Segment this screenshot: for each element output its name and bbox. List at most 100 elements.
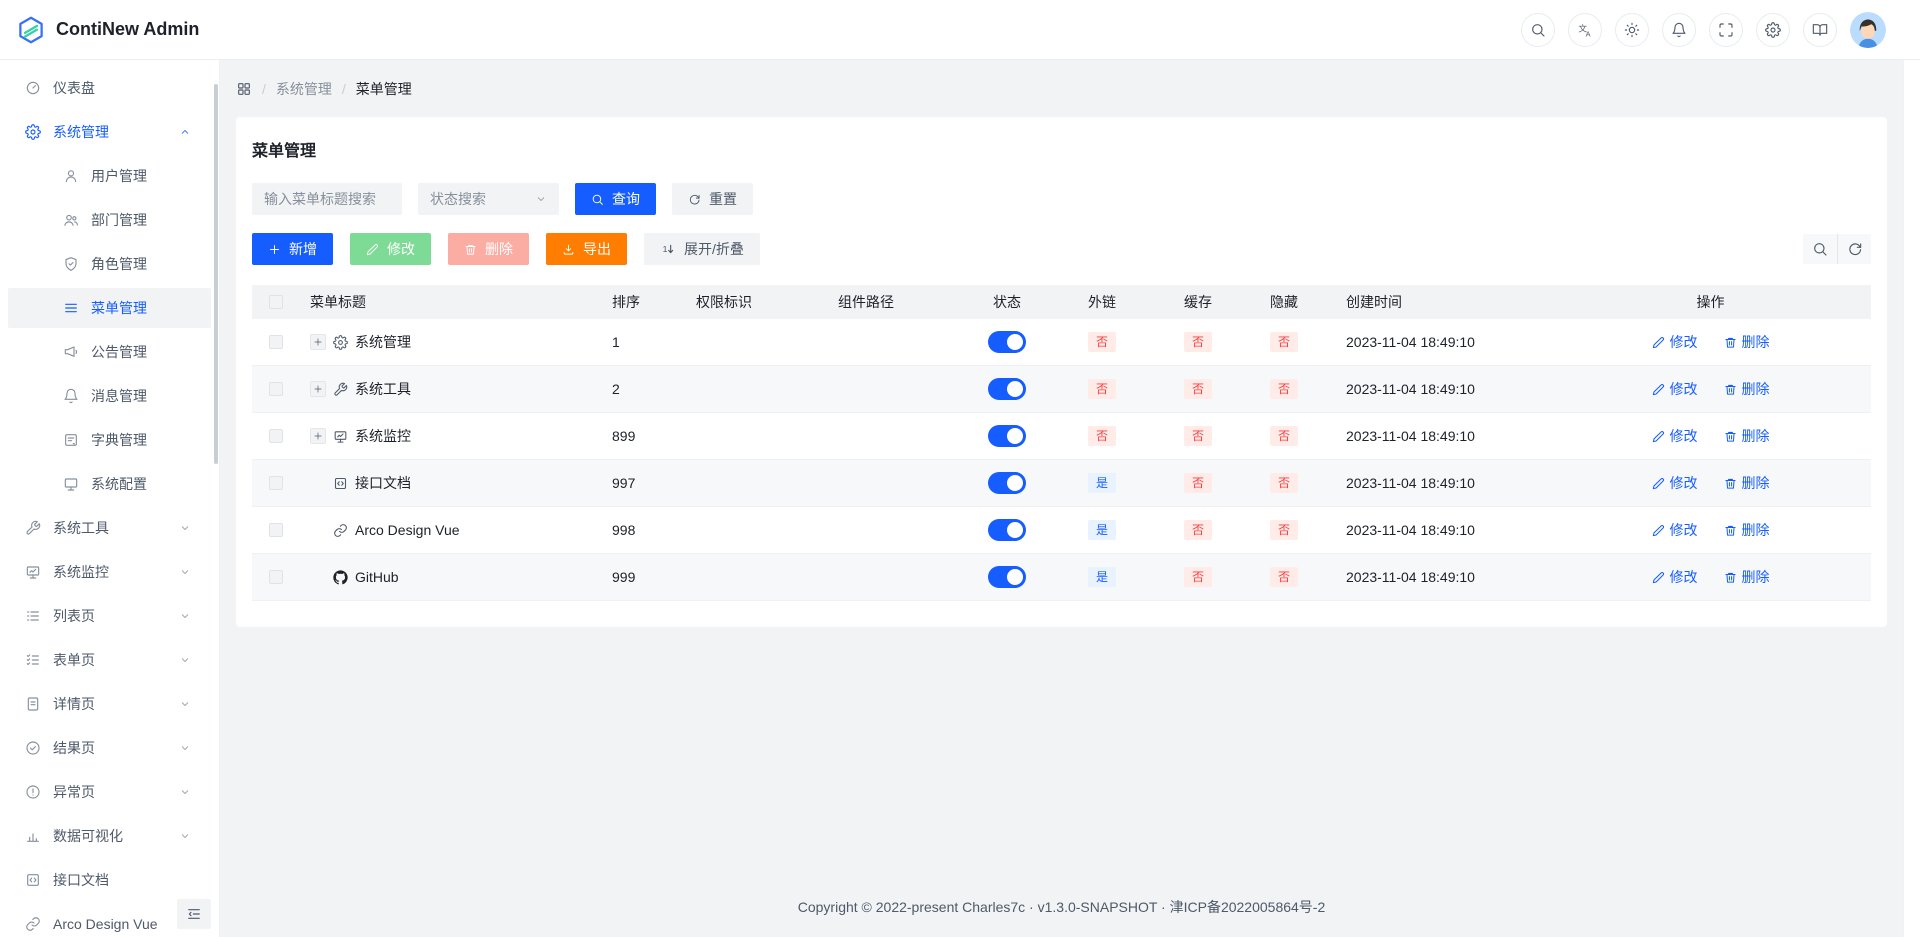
trash-icon — [464, 243, 477, 256]
row-checkbox[interactable] — [269, 335, 283, 349]
main-content: / 系统管理 / 菜单管理 菜单管理 状态搜索 查询 重置 — [220, 60, 1920, 937]
status-toggle[interactable] — [988, 378, 1026, 400]
delete-link[interactable]: 删除 — [1724, 379, 1770, 399]
row-checkbox[interactable] — [269, 570, 283, 584]
reset-button[interactable]: 重置 — [672, 183, 753, 215]
delete-button[interactable]: 删除 — [448, 233, 529, 265]
edit-button[interactable]: 修改 — [350, 233, 431, 265]
query-button[interactable]: 查询 — [575, 183, 656, 215]
page-title: 菜单管理 — [252, 137, 1871, 161]
export-button[interactable]: 导出 — [546, 233, 627, 265]
row-checkbox[interactable] — [269, 523, 283, 537]
delete-link[interactable]: 删除 — [1724, 520, 1770, 540]
sidebar-item-user-management[interactable]: 用户管理 — [8, 156, 211, 196]
window-scrollbar[interactable] — [1903, 60, 1920, 937]
row-checkbox[interactable] — [269, 476, 283, 490]
sidebar-item-system-config[interactable]: 系统配置 — [8, 464, 211, 504]
status-toggle[interactable] — [988, 425, 1026, 447]
status-toggle[interactable] — [988, 472, 1026, 494]
delete-link[interactable]: 删除 — [1724, 567, 1770, 587]
settings-button[interactable] — [1756, 13, 1790, 47]
status-filter-select[interactable]: 状态搜索 — [418, 183, 559, 215]
table-search-button[interactable] — [1803, 234, 1837, 264]
code-icon — [333, 476, 348, 491]
expand-collapse-button[interactable]: 展开/折叠 — [644, 233, 760, 265]
edit-link[interactable]: 修改 — [1652, 426, 1698, 446]
table-tools — [1803, 234, 1871, 264]
filter-row: 状态搜索 查询 重置 — [252, 183, 1871, 215]
expand-icon[interactable] — [310, 334, 326, 350]
bell-icon — [1671, 22, 1687, 38]
status-toggle[interactable] — [988, 331, 1026, 353]
sidebar-item-exception-page[interactable]: 异常页 — [8, 772, 211, 812]
sidebar-item-menu-management[interactable]: 菜单管理 — [8, 288, 211, 328]
sidebar-item-message-management[interactable]: 消息管理 — [8, 376, 211, 416]
edit-link[interactable]: 修改 — [1652, 520, 1698, 540]
delete-link[interactable]: 删除 — [1724, 473, 1770, 493]
sidebar-item-dictionary-management[interactable]: 字典管理 — [8, 420, 211, 460]
sort-value: 2 — [600, 381, 684, 397]
select-all-checkbox[interactable] — [269, 295, 283, 309]
sidebar-item-department-management[interactable]: 部门管理 — [8, 200, 211, 240]
menu-title-search-input[interactable] — [252, 183, 402, 215]
fullscreen-button[interactable] — [1709, 13, 1743, 47]
sidebar-item-data-visualization[interactable]: 数据可视化 — [8, 816, 211, 856]
search-button[interactable] — [1521, 13, 1555, 47]
trash-icon — [1724, 383, 1737, 396]
sort-value: 999 — [600, 569, 684, 585]
menu-title: 系统工具 — [355, 379, 411, 399]
sidebar-item-detail-page[interactable]: 详情页 — [8, 684, 211, 724]
row-checkbox[interactable] — [269, 429, 283, 443]
avatar[interactable] — [1850, 12, 1886, 48]
sidebar-item-result-page[interactable]: 结果页 — [8, 728, 211, 768]
link-icon — [25, 916, 41, 932]
menu-title: Arco Design Vue — [355, 522, 460, 538]
toggle-knob — [1007, 334, 1023, 350]
sidebar-item-form-page[interactable]: 表单页 — [8, 640, 211, 680]
sidebar-item-system-monitor[interactable]: 系统监控 — [8, 552, 211, 592]
breadcrumb-item-system-management[interactable]: 系统管理 — [276, 79, 332, 99]
table-refresh-button[interactable] — [1837, 234, 1871, 264]
edit-link[interactable]: 修改 — [1652, 332, 1698, 352]
sidebar-item-api-docs[interactable]: 接口文档 — [8, 860, 211, 900]
chevron-down-icon — [179, 522, 191, 534]
expand-icon[interactable] — [310, 428, 326, 444]
menu-title: 系统监控 — [355, 426, 411, 446]
sidebar-item-announcement-management[interactable]: 公告管理 — [8, 332, 211, 372]
theme-toggle-button[interactable] — [1615, 13, 1649, 47]
translate-button[interactable] — [1568, 13, 1602, 47]
column-header-created: 创建时间 — [1322, 292, 1550, 312]
status-toggle[interactable] — [988, 519, 1026, 541]
delete-link[interactable]: 删除 — [1724, 332, 1770, 352]
docs-button[interactable] — [1803, 13, 1837, 47]
status-toggle[interactable] — [988, 566, 1026, 588]
sidebar-collapse-button[interactable] — [177, 899, 211, 929]
chevron-down-icon — [179, 654, 191, 666]
sidebar-item-system-management[interactable]: 系统管理 — [8, 112, 211, 152]
delete-link[interactable]: 删除 — [1724, 426, 1770, 446]
edit-link[interactable]: 修改 — [1652, 379, 1698, 399]
sidebar-item-list-page[interactable]: 列表页 — [8, 596, 211, 636]
created-time: 2023-11-04 18:49:10 — [1322, 522, 1550, 538]
row-checkbox[interactable] — [269, 382, 283, 396]
column-header-hidden: 隐藏 — [1246, 292, 1322, 312]
sidebar-item-role-management[interactable]: 角色管理 — [8, 244, 211, 284]
add-button[interactable]: 新增 — [252, 233, 333, 265]
cache-tag: 否 — [1184, 332, 1212, 352]
wrench-icon — [25, 520, 41, 536]
edit-link[interactable]: 修改 — [1652, 473, 1698, 493]
sidebar-item-dashboard[interactable]: 仪表盘 — [8, 68, 211, 108]
notifications-button[interactable] — [1662, 13, 1696, 47]
sidebar-scrollbar[interactable] — [214, 84, 218, 464]
topbar-actions — [1521, 12, 1886, 48]
logo-area[interactable]: ContiNew Admin — [16, 15, 199, 45]
edit-link[interactable]: 修改 — [1652, 567, 1698, 587]
sidebar-item-system-tools[interactable]: 系统工具 — [8, 508, 211, 548]
trash-icon — [1724, 524, 1737, 537]
expand-icon[interactable] — [310, 381, 326, 397]
form-icon — [25, 652, 41, 668]
apps-grid-icon[interactable] — [236, 81, 252, 97]
sort-value: 997 — [600, 475, 684, 491]
monitor-chart-icon — [25, 564, 41, 580]
toggle-knob — [1007, 381, 1023, 397]
